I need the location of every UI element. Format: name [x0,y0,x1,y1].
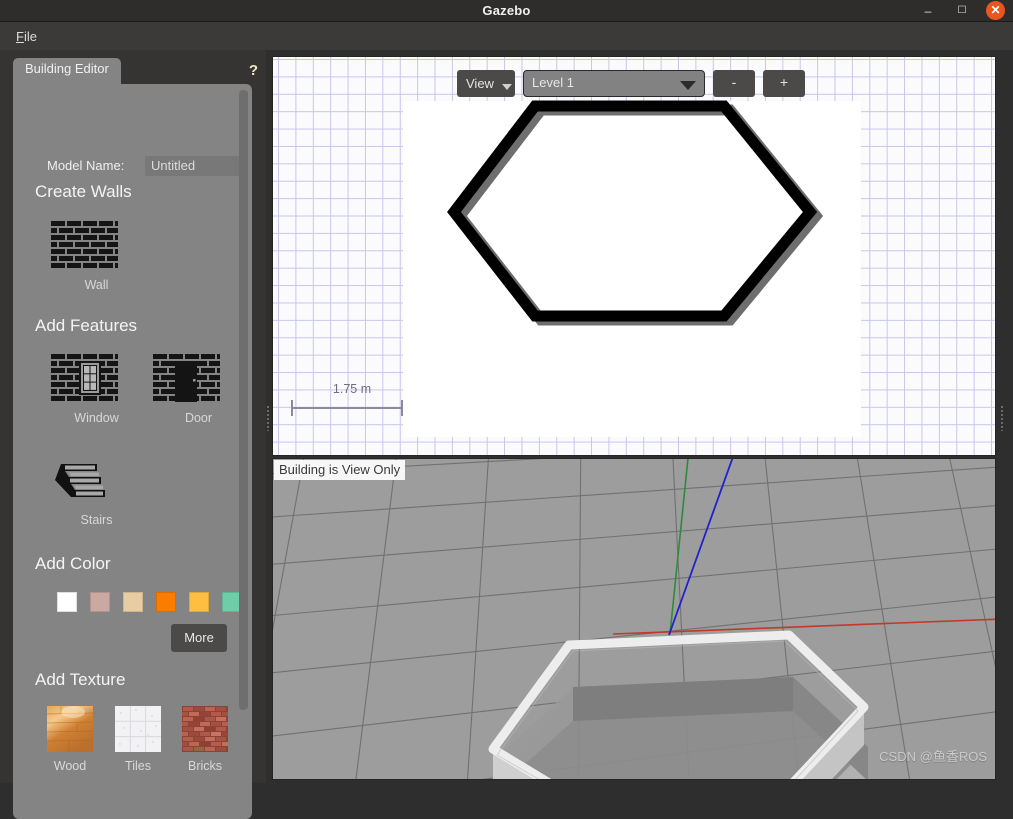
section-title-create-walls: Create Walls [35,182,132,202]
wood-texture-icon [47,706,93,752]
color-swatch-amber[interactable] [189,592,209,612]
section-title-add-features: Add Features [35,316,137,336]
building-editor-panel: Model Name: Untitled Create Walls Add Fe… [13,84,252,819]
left-panel: Building Editor ? Model Name: Untitled C… [0,50,266,783]
color-swatch-tan[interactable] [123,592,143,612]
brick-wall-icon [49,219,119,271]
section-title-add-color: Add Color [35,554,111,574]
palette-item-door[interactable]: Door [151,352,246,425]
palette-item-stairs[interactable]: Stairs [49,454,144,527]
palette-label-stairs: Stairs [49,513,144,527]
model-name-label: Model Name: [47,158,124,173]
texture-item-bricks[interactable]: Bricks [170,706,240,773]
scene-3d [273,459,995,779]
model-name-input[interactable]: Untitled [145,156,243,176]
texture-label-tiles: Tiles [103,759,173,773]
texture-item-tiles[interactable]: Tiles [103,706,173,773]
palette-item-wall[interactable]: Wall [49,219,144,292]
color-swatch-orange[interactable] [156,592,176,612]
texture-label-wood: Wood [35,759,105,773]
chevron-down-icon [502,84,512,90]
window-titlebar: Gazebo – ☐ ✕ [0,0,1013,22]
palette-label-window: Window [49,411,144,425]
panel-scroll-area: Model Name: Untitled Create Walls Add Fe… [13,84,252,819]
chevron-down-icon [680,81,696,90]
viewport-3d[interactable]: Building is View Only CSDN @鱼香ROS [272,458,996,780]
splitter-handle-right[interactable] [1000,405,1004,431]
view-only-banner: Building is View Only [274,460,405,480]
menu-item-file[interactable]: File [12,27,41,46]
menu-file-mnemonic: F [16,29,24,44]
bricks-texture-icon [182,706,228,752]
texture-label-bricks: Bricks [170,759,240,773]
window-title: Gazebo [0,0,1013,21]
model-name-row: Model Name: Untitled [35,156,240,178]
tab-building-editor[interactable]: Building Editor [13,58,121,84]
stairs-icon [49,454,119,506]
color-swatch-white[interactable] [57,592,77,612]
hexagon-wall-outline [454,106,810,316]
scale-bar-line [291,407,403,409]
level-select-value: Level 1 [532,75,574,90]
scale-bar: 1.75 m [287,382,417,416]
scale-bar-cap-right [401,400,403,416]
brick-door-icon [151,352,221,404]
panel-tabstrip: Building Editor ? [0,50,266,76]
maximize-button[interactable]: ☐ [953,2,971,20]
view-menu-label: View [466,76,494,91]
help-icon[interactable]: ? [249,62,258,79]
more-colors-button[interactable]: More [171,624,227,652]
level-select[interactable]: Level 1 [523,70,705,97]
watermark-label: CSDN @鱼香ROS [879,746,987,765]
view-menu-button[interactable]: View [457,70,515,97]
palette-label-wall: Wall [49,278,144,292]
brick-window-icon [49,352,119,404]
palette-label-door: Door [151,411,246,425]
splitter-handle-left[interactable] [266,405,270,431]
tiles-texture-icon [115,706,161,752]
minimize-button[interactable]: – [919,2,937,20]
close-button[interactable]: ✕ [986,1,1005,20]
scale-bar-cap-left [291,400,293,416]
panel-scrollbar-thumb[interactable] [239,90,248,710]
model-name-value: Untitled [151,158,195,173]
menu-file-rest: ile [24,29,37,44]
section-title-add-texture: Add Texture [35,670,125,690]
scale-bar-label: 1.75 m [287,382,417,396]
palette-item-window[interactable]: Window [49,352,144,425]
menubar: File [0,22,1013,50]
texture-item-wood[interactable]: Wood [35,706,105,773]
panel-scrollbar[interactable] [239,90,248,808]
editor-2d-view[interactable]: View Level 1 - + 1.75 m [272,56,996,456]
add-level-button[interactable]: + [763,70,805,97]
scale-bar-graphic [287,400,417,416]
remove-level-button[interactable]: - [713,70,755,97]
color-swatch-dusty-rose[interactable] [90,592,110,612]
